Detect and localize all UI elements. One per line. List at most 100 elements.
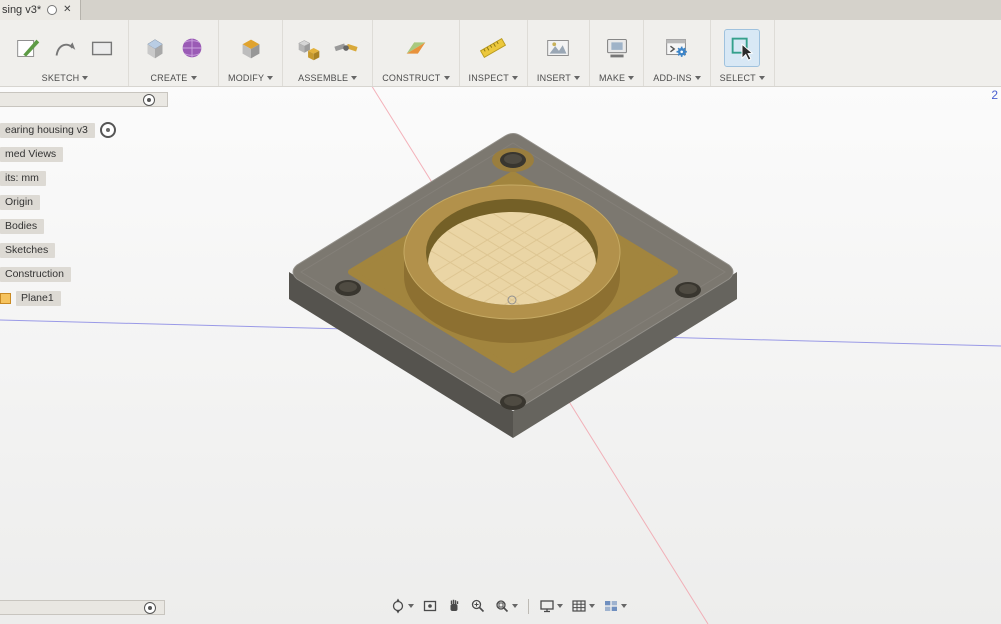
chevron-down-icon <box>82 76 89 80</box>
joint-button[interactable] <box>329 30 363 66</box>
scripts-addins-icon <box>666 38 687 57</box>
model-3d-bearing-housing[interactable] <box>289 133 737 439</box>
timeline-collapse-icon[interactable] <box>144 601 156 614</box>
browser-collapse-icon[interactable] <box>143 93 155 106</box>
pan-hand-icon <box>450 599 459 611</box>
sketch-menu[interactable]: SKETCH <box>42 73 89 83</box>
select-cursor-icon <box>731 37 754 61</box>
joint-icon <box>334 43 358 51</box>
chevron-down-icon <box>511 76 518 80</box>
browser-item-named-views[interactable]: med Views <box>0 146 64 162</box>
document-tab[interactable]: sing v3* ✕ <box>0 0 81 20</box>
toolbar-group-select: SELECT <box>711 20 775 86</box>
create-sketch-button[interactable] <box>11 30 45 66</box>
measure-button[interactable] <box>476 30 510 66</box>
create-form-button[interactable] <box>175 30 209 66</box>
toolbar-group-inspect: INSPECT <box>460 20 528 86</box>
construct-plane-button[interactable] <box>399 30 433 66</box>
inspect-menu[interactable]: INSPECT <box>469 73 518 83</box>
chevron-down-icon <box>443 76 450 80</box>
document-tab-bar: sing v3* ✕ <box>0 0 1001 21</box>
display-settings-button[interactable] <box>537 596 565 616</box>
zoom-icon <box>471 599 485 613</box>
zoom-button[interactable] <box>468 596 488 616</box>
toolbar-group-modify: MODIFY <box>219 20 284 86</box>
browser-item-bodies[interactable]: Bodies <box>0 218 45 234</box>
sketch-spline-button[interactable] <box>48 30 82 66</box>
navigation-bar <box>388 596 629 616</box>
insert-menu[interactable]: INSERT <box>537 73 580 83</box>
insert-image-icon <box>547 39 570 56</box>
make-button[interactable] <box>600 30 634 66</box>
press-pull-button[interactable] <box>234 30 268 66</box>
chevron-down-icon <box>190 76 197 80</box>
chevron-down-icon <box>694 76 701 80</box>
form-sphere-icon <box>182 38 202 57</box>
construct-menu[interactable]: CONSTRUCT <box>382 73 450 83</box>
toolbar-group-create: CREATE <box>129 20 219 86</box>
zoom-fit-icon <box>496 600 509 613</box>
browser-root-label[interactable]: earing housing v3 <box>0 122 95 138</box>
model-canvas[interactable] <box>0 86 1001 624</box>
look-at-icon <box>423 600 437 612</box>
document-tab-title: sing v3* <box>2 4 42 16</box>
create-menu[interactable]: CREATE <box>150 73 197 83</box>
fit-button[interactable] <box>492 596 520 616</box>
browser-item-construction[interactable]: Construction <box>0 266 71 282</box>
modify-menu[interactable]: MODIFY <box>228 73 274 83</box>
activate-component-icon[interactable] <box>99 122 116 138</box>
browser-item-sketches[interactable]: Sketches <box>0 242 56 258</box>
viewport[interactable]: 2 earing housing v3 med Views its: mm Or… <box>0 86 1001 624</box>
sketch-rectangle-button[interactable] <box>85 30 119 66</box>
chevron-down-icon <box>758 76 765 80</box>
pan-button[interactable] <box>444 596 464 616</box>
toolbar-group-insert: INSERT <box>528 20 590 86</box>
tab-status-icon <box>47 5 58 15</box>
look-at-button[interactable] <box>420 596 440 616</box>
orbit-icon <box>392 598 404 614</box>
make-3dprint-icon <box>606 38 627 57</box>
new-component-icon <box>298 39 320 60</box>
navbar-separator <box>528 598 529 614</box>
select-button[interactable] <box>724 28 761 67</box>
sketch-spline-icon <box>55 41 76 56</box>
addins-button[interactable] <box>660 30 694 66</box>
browser-root-item[interactable]: earing housing v3 <box>0 122 116 138</box>
sketch-rectangle-icon <box>91 41 113 55</box>
display-settings-icon <box>540 600 554 613</box>
addins-menu[interactable]: ADD-INS <box>653 73 701 83</box>
browser-header-bar[interactable] <box>0 92 168 107</box>
insert-button[interactable] <box>541 30 575 66</box>
chevron-down-icon <box>267 76 274 80</box>
toolbar-group-addins: ADD-INS <box>644 20 711 86</box>
press-pull-icon <box>242 39 260 58</box>
viewports-button[interactable] <box>601 596 629 616</box>
make-menu[interactable]: MAKE <box>599 73 635 83</box>
browser-item-units[interactable]: its: mm <box>0 170 46 186</box>
viewports-icon <box>605 601 617 611</box>
extrude-icon <box>147 38 163 58</box>
construction-plane-icon <box>0 292 11 304</box>
measure-ruler-icon <box>480 37 507 58</box>
create-sketch-icon <box>17 39 40 57</box>
grid-icon <box>572 600 586 612</box>
viewcube-edge-label: 2 <box>991 88 998 102</box>
timeline-collapsed-bar[interactable] <box>0 600 165 615</box>
toolbar-group-sketch: SKETCH <box>2 20 129 86</box>
chevron-down-icon <box>628 76 635 80</box>
assemble-menu[interactable]: ASSEMBLE <box>298 73 358 83</box>
chevron-down-icon <box>351 76 358 80</box>
select-menu[interactable]: SELECT <box>720 73 765 83</box>
main-toolbar: SKETCH CREATE MODIFY ASSEMBLE CONSTRUCT … <box>0 20 1001 87</box>
orbit-button[interactable] <box>388 596 416 616</box>
tab-close-icon[interactable]: ✕ <box>63 5 71 15</box>
new-component-button[interactable] <box>292 30 326 66</box>
grid-snaps-button[interactable] <box>569 596 597 616</box>
fusion360-window: 2 earing housing v3 med Views its: mm Or… <box>0 0 1001 624</box>
browser-item-plane1[interactable]: Plane1 <box>0 290 61 306</box>
construction-plane-icon <box>406 41 426 54</box>
chevron-down-icon <box>573 76 580 80</box>
toolbar-group-make: MAKE <box>590 20 645 86</box>
browser-item-origin[interactable]: Origin <box>0 194 41 210</box>
create-extrude-button[interactable] <box>138 30 172 66</box>
